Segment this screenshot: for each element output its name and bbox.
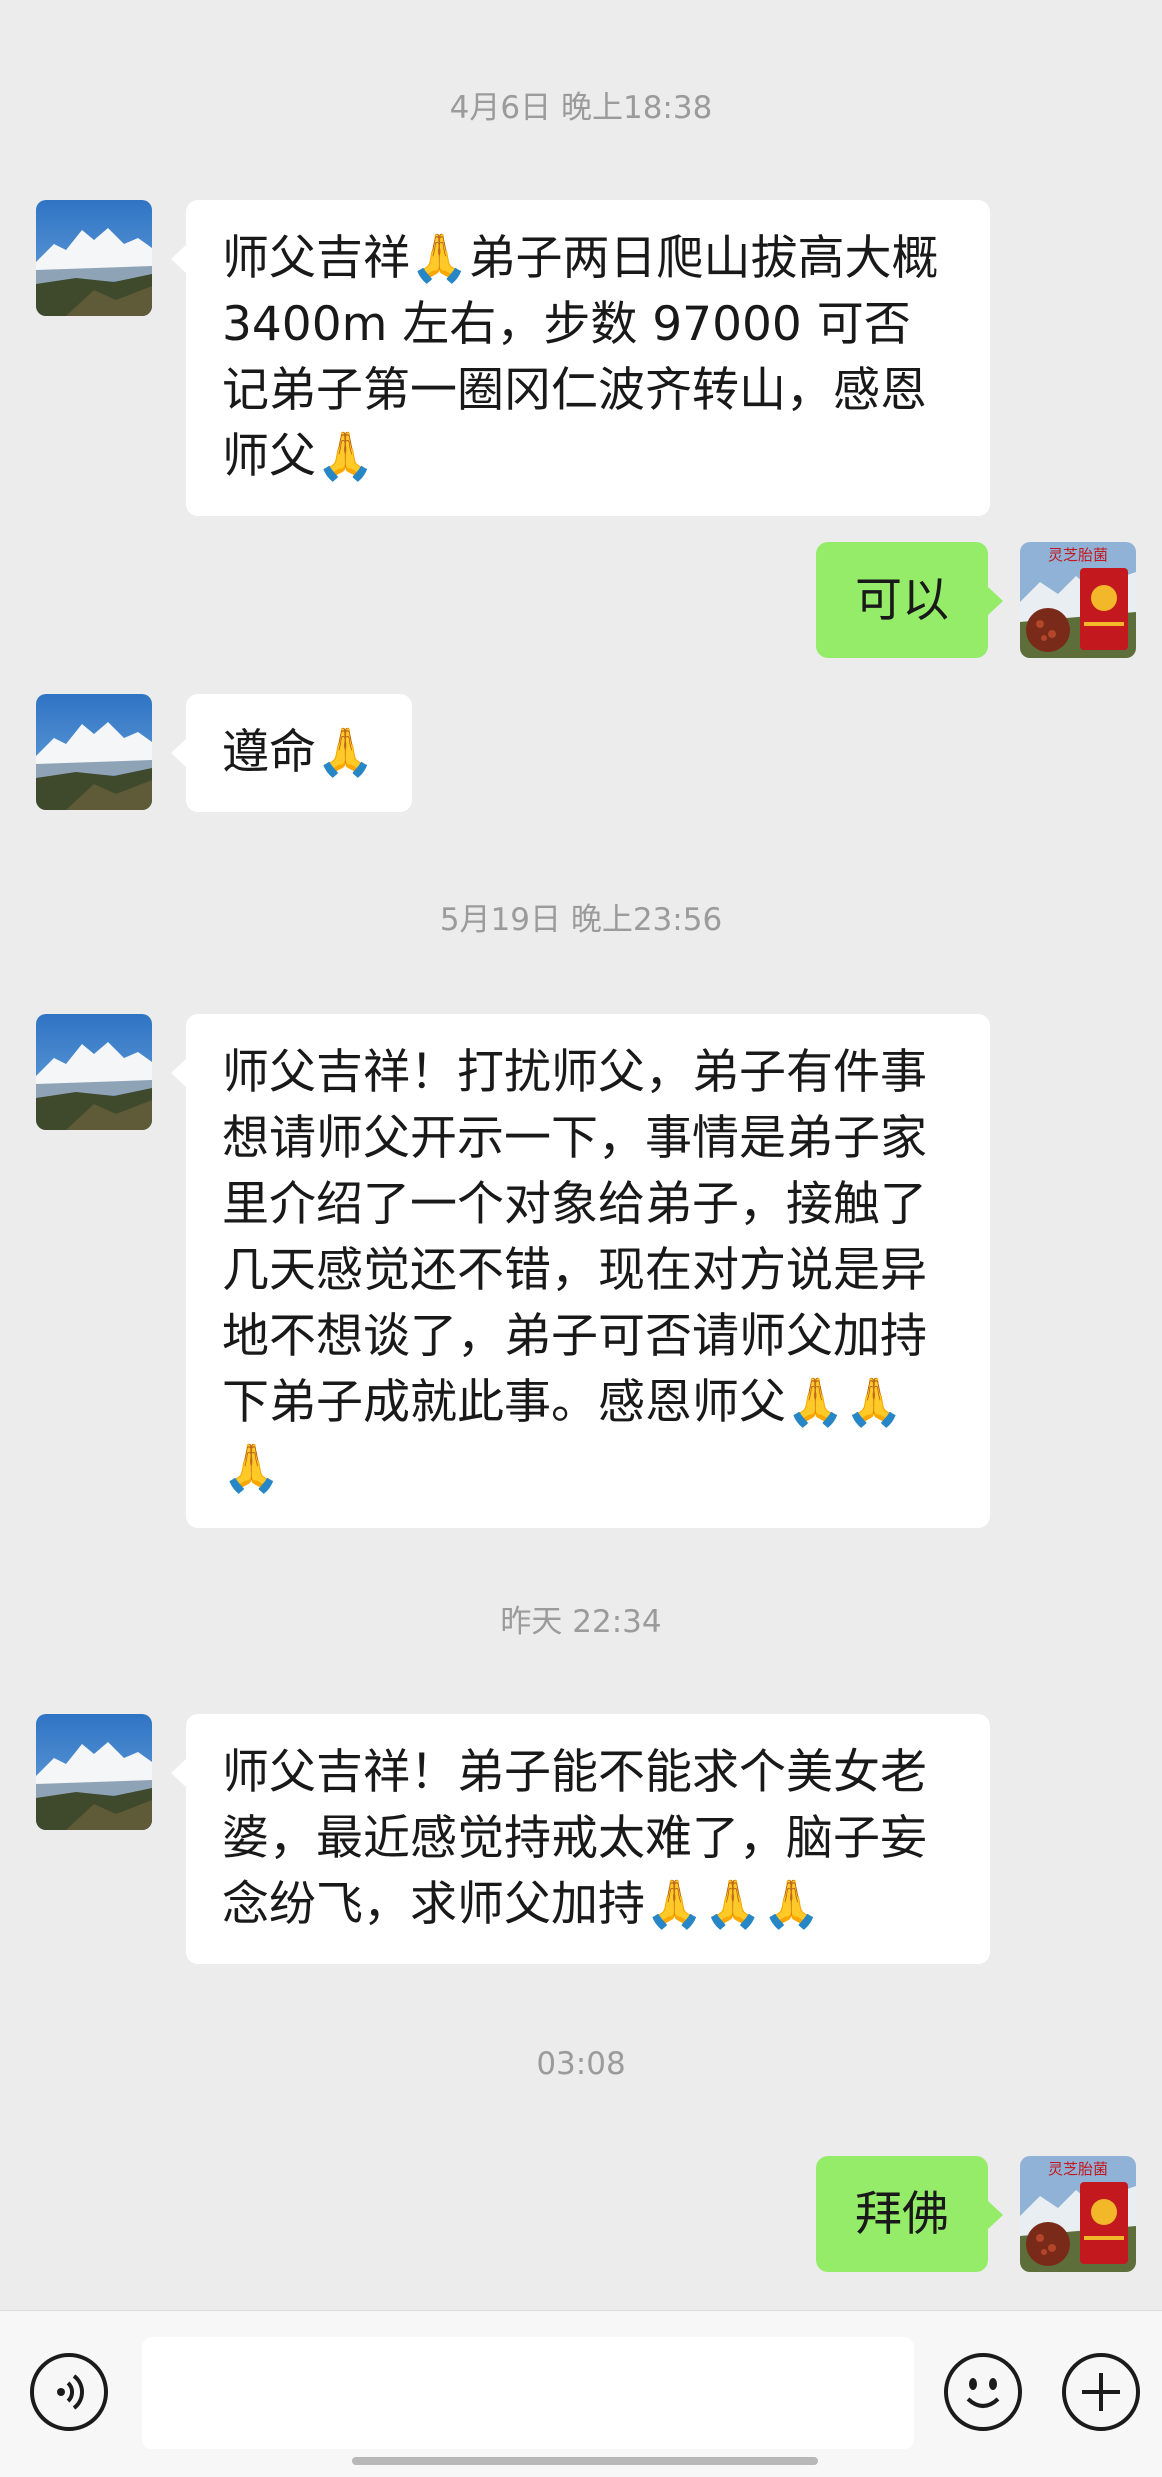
message-text: 遵命🙏 (222, 725, 375, 780)
product-photo-icon: 灵芝胎菌 (1020, 2156, 1136, 2272)
message-input[interactable] (142, 2337, 914, 2449)
contact-avatar[interactable] (36, 694, 152, 810)
message-text: 可以 (855, 573, 949, 628)
mountain-photo-icon (36, 694, 152, 810)
timestamp: 5月19日 晚上23:56 (439, 902, 723, 938)
mountain-photo-icon (36, 1714, 152, 1830)
message-bubble[interactable]: 拜佛 (816, 2156, 1003, 2272)
message-bubble[interactable]: 师父吉祥！弟子能不能求个美女老婆，最近感觉持戒太难了，脑子妄念纷飞，求师父加持🙏… (171, 1714, 990, 1964)
timestamp: 昨天 22:34 (500, 1604, 662, 1640)
message-bubble[interactable]: 师父吉祥！打扰师父，弟子有件事想请师父开示一下，事情是弟子家里介绍了一个对象给弟… (171, 1014, 990, 1528)
message-bubble[interactable]: 可以 (816, 542, 1003, 658)
brand-text: 灵芝胎菌 (1048, 546, 1108, 564)
product-photo-icon: 灵芝胎菌 (1020, 542, 1136, 658)
contact-avatar[interactable] (36, 1014, 152, 1130)
contact-avatar[interactable] (36, 1714, 152, 1830)
home-indicator (352, 2457, 818, 2465)
emoji-icon[interactable] (944, 2353, 1022, 2431)
my-avatar[interactable]: 灵芝胎菌 (1020, 542, 1136, 658)
message-text: 师父吉祥！打扰师父，弟子有件事想请师父开示一下，事情是弟子家里介绍了一个对象给弟… (222, 1045, 927, 1496)
message-text: 师父吉祥！弟子能不能求个美女老婆，最近感觉持戒太难了，脑子妄念纷飞，求师父加持🙏… (222, 1745, 927, 1932)
brand-text: 灵芝胎菌 (1048, 2160, 1108, 2178)
contact-avatar[interactable] (36, 200, 152, 316)
timestamp: 03:08 (536, 2046, 626, 2082)
add-icon[interactable] (1062, 2353, 1140, 2431)
input-toolbar (0, 2310, 1162, 2477)
message-text: 拜佛 (855, 2187, 949, 2242)
message-text: 师父吉祥🙏弟子两日爬山拔高大概3400m 左右，步数 97000 可否记弟子第一… (222, 231, 939, 484)
mountain-photo-icon (36, 1014, 152, 1130)
mountain-photo-icon (36, 200, 152, 316)
voice-icon[interactable] (30, 2353, 108, 2431)
my-avatar[interactable]: 灵芝胎菌 (1020, 2156, 1136, 2272)
message-bubble[interactable]: 遵命🙏 (171, 694, 412, 812)
timestamp: 4月6日 晚上18:38 (449, 90, 713, 126)
message-bubble[interactable]: 师父吉祥🙏弟子两日爬山拔高大概3400m 左右，步数 97000 可否记弟子第一… (171, 200, 990, 516)
